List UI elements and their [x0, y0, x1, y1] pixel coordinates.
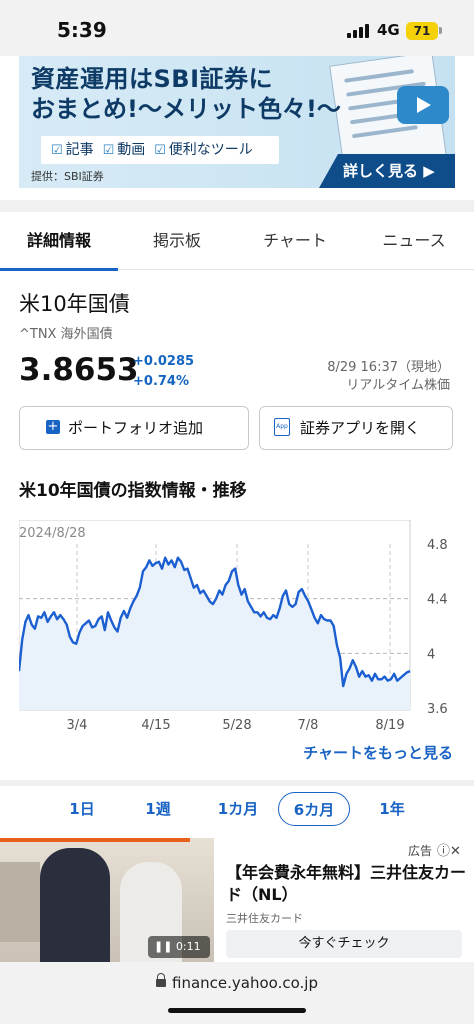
ad-close-icon[interactable]: ⓘ✕ [437, 840, 461, 859]
feature-label: 動画 [117, 142, 146, 158]
period-1y[interactable]: 1年 [362, 792, 422, 826]
period-6m[interactable]: 6カ月 [278, 792, 350, 826]
network-label: 4G [377, 21, 400, 39]
period-1m[interactable]: 1カ月 [203, 792, 273, 826]
feature-label: 記事 [65, 142, 94, 158]
period-1d[interactable]: 1日 [52, 792, 112, 826]
x-axis: 3/4 4/15 5/28 7/8 8/19 [67, 718, 405, 733]
open-app-button[interactable]: App 証券アプリを開く [259, 406, 453, 450]
pause-icon[interactable]: ❚❚ [154, 940, 172, 953]
tab-chart[interactable]: チャート [236, 212, 354, 270]
video-play-icon [397, 86, 449, 124]
app-icon: App [274, 418, 290, 436]
add-portfolio-label: ポートフォリオ追加 [68, 419, 204, 437]
tab-bar: 詳細情報 掲示板 チャート ニュース [0, 212, 474, 271]
ad-video[interactable]: ❚❚ 0:11 [0, 838, 214, 962]
section-divider [0, 200, 474, 212]
status-bar: 5:39 4G 71 [0, 0, 474, 56]
price-chart[interactable]: 2024/8/28 4.8 4.4 4 3.6 3/4 4/15 5/28 7/8 8/19 [19, 520, 459, 740]
battery-cap [439, 27, 442, 34]
check-icon: ☑ [51, 143, 63, 158]
tab-details[interactable]: 詳細情報 [0, 212, 118, 271]
period-selector: 1日 1週 1カ月 6カ月 1年 [0, 786, 474, 836]
price-change: +0.0285 [133, 354, 195, 369]
video-background [0, 862, 40, 942]
chart-area [19, 557, 410, 710]
signal-icon [347, 24, 371, 38]
open-app-label: 証券アプリを開く [300, 419, 421, 437]
y-axis: 4.8 4.4 4 3.6 [427, 538, 448, 717]
banner-headline-2: おまとめ!〜メリット色々!〜 [31, 95, 341, 123]
instrument-name: 米10年国債 [19, 292, 130, 316]
feature-label: 便利なツール [168, 142, 253, 158]
check-icon: ☑ [102, 143, 115, 158]
y-tick-label: 4.4 [427, 593, 448, 608]
url-display[interactable]: finance.yahoo.co.jp [0, 973, 474, 992]
add-portfolio-button[interactable]: + ポートフォリオ追加 [19, 406, 249, 450]
plus-icon: + [46, 419, 60, 434]
instrument-symbol: ^TNX 海外国債 [19, 327, 113, 342]
more-chart-link[interactable]: チャートをもっと見る [303, 742, 453, 763]
ad-check-button[interactable]: 今すぐチェック [226, 930, 462, 958]
video-progress [0, 838, 190, 842]
ad-title[interactable]: 【年会費永年無料】三井住友カード（NL） [226, 862, 466, 906]
video-person [40, 848, 110, 962]
video-time: 0:11 [175, 940, 201, 953]
tab-news[interactable]: ニュース [354, 212, 474, 270]
x-tick-label: 8/19 [375, 718, 404, 733]
chart-start-date: 2024/8/28 [19, 526, 86, 541]
url-text: finance.yahoo.co.jp [172, 974, 318, 992]
x-tick-label: 3/4 [67, 718, 88, 733]
check-icon: ☑ [154, 143, 166, 158]
address-bar[interactable]: finance.yahoo.co.jp [0, 962, 474, 1024]
promo-banner[interactable]: 資産運用はSBI証券に おまとめ!〜メリット色々!〜 ☑ 記事 ☑ 動画 ☑ 便利なツ… [19, 56, 455, 188]
banner-cta-button[interactable]: 詳しく見る ▶ [319, 154, 455, 188]
y-tick-label: 3.6 [427, 702, 448, 717]
banner-features: ☑ 記事 ☑ 動画 ☑ 便利なツール [41, 136, 279, 164]
quote-timestamp: 8/29 16:37（現地） [327, 360, 450, 375]
clock: 5:39 [57, 18, 107, 42]
y-tick-label: 4.8 [427, 538, 448, 553]
ad-label: 広告 [408, 844, 433, 858]
x-tick-label: 4/15 [141, 718, 170, 733]
section-title: 米10年国債の指数情報・推移 [19, 481, 247, 501]
home-indicator[interactable] [168, 1008, 306, 1013]
banner-source: 提供：SBI証券 [31, 170, 104, 183]
x-tick-label: 7/8 [298, 718, 319, 733]
ad-unit[interactable]: ❚❚ 0:11 広告 ⓘ✕ 【年会費永年無料】三井住友カード（NL） 三井住友カ… [0, 838, 474, 962]
banner-headline-1: 資産運用はSBI証券に [31, 65, 274, 93]
lock-icon [156, 973, 167, 987]
video-controls[interactable]: ❚❚ 0:11 [148, 936, 210, 958]
y-tick-label: 4 [427, 647, 435, 662]
battery-icon: 71 [406, 22, 438, 40]
tab-board[interactable]: 掲示板 [118, 212, 236, 270]
ad-brand: 三井住友カード [226, 912, 303, 925]
period-1w[interactable]: 1週 [128, 792, 188, 826]
x-tick-label: 5/28 [222, 718, 251, 733]
realtime-label: リアルタイム株価 [346, 378, 450, 393]
current-price: 3.8653 [19, 352, 139, 388]
price-change-percent: +0.74% [133, 374, 189, 389]
